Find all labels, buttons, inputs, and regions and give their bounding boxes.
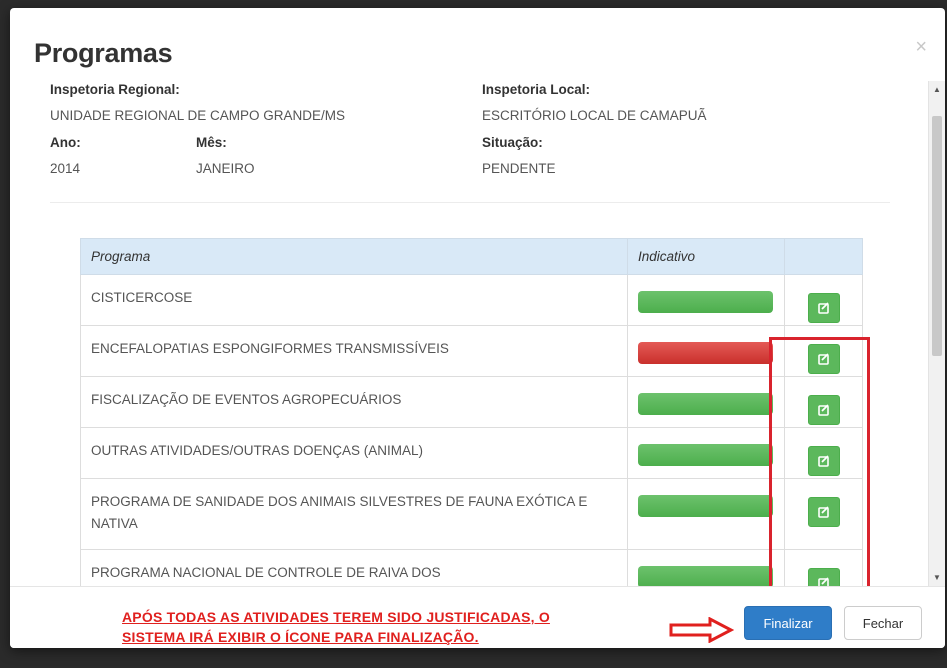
edit-button[interactable]: [807, 395, 840, 425]
column-header-programa: Programa: [80, 238, 628, 275]
ano-label: Ano:: [50, 135, 81, 150]
inspetoria-regional-label: Inspetoria Regional:: [50, 82, 180, 97]
indicativo-cell: [627, 549, 785, 586]
edit-icon: [817, 353, 829, 365]
programa-cell: PROGRAMA DE SANIDADE DOS ANIMAIS SILVEST…: [80, 478, 628, 550]
action-cell: [784, 274, 863, 326]
situacao-label: Situação:: [482, 135, 543, 150]
annotation-note-line2: SISTEMA IRÁ EXIBIR O ÍCONE PARA FINALIZA…: [122, 629, 479, 645]
edit-icon: [817, 404, 829, 416]
finalizar-button[interactable]: Finalizar: [744, 606, 832, 640]
column-header-indicativo: Indicativo: [627, 238, 785, 275]
indicativo-bar: [638, 393, 773, 415]
table-row: CISTICERCOSE: [80, 274, 863, 326]
indicativo-bar: [638, 342, 773, 364]
fechar-button[interactable]: Fechar: [844, 606, 922, 640]
table-header-row: Programa Indicativo: [80, 238, 863, 275]
indicativo-cell: [627, 478, 785, 550]
edit-icon: [817, 506, 829, 518]
action-cell: [784, 478, 863, 550]
arrow-right-icon: [669, 617, 734, 643]
divider: [50, 202, 890, 203]
vertical-scrollbar[interactable]: ▲ ▼: [928, 81, 945, 586]
inspetoria-regional-value: UNIDADE REGIONAL DE CAMPO GRANDE/MS: [50, 108, 346, 123]
indicativo-bar: [638, 566, 773, 586]
indicativo-cell: [627, 274, 785, 326]
annotation-note-line1: APÓS TODAS AS ATIVIDADES TEREM SIDO JUST…: [122, 609, 550, 625]
programa-name: PROGRAMA NACIONAL DE CONTROLE DE RAIVA D…: [91, 565, 441, 580]
programa-name: FISCALIZAÇÃO DE EVENTOS AGROPECUÁRIOS: [91, 392, 402, 407]
modal-title: Programas: [34, 38, 173, 68]
programa-name: PROGRAMA DE SANIDADE DOS ANIMAIS SILVEST…: [91, 494, 588, 531]
indicativo-bar: [638, 444, 773, 466]
table-row: ENCEFALOPATIAS ESPONGIFORMES TRANSMISSÍV…: [80, 325, 863, 377]
modal-footer: APÓS TODAS AS ATIVIDADES TEREM SIDO JUST…: [10, 586, 945, 648]
modal-body: Inspetoria Regional: UNIDADE REGIONAL DE…: [10, 81, 945, 586]
indicativo-cell: [627, 325, 785, 377]
edit-icon: [817, 577, 829, 586]
programa-cell: CISTICERCOSE: [80, 274, 628, 326]
edit-icon: [817, 302, 829, 314]
table-row: OUTRAS ATIVIDADES/OUTRAS DOENÇAS (ANIMAL…: [80, 427, 863, 479]
edit-button[interactable]: [807, 344, 840, 374]
edit-button[interactable]: [807, 497, 840, 527]
indicativo-bar: [638, 495, 773, 517]
action-cell: [784, 325, 863, 377]
programas-table: Programa Indicativo CISTICERCOSE ENCEFAL…: [80, 238, 863, 586]
edit-icon: [817, 455, 829, 467]
indicativo-cell: [627, 427, 785, 479]
scroll-down-icon[interactable]: ▼: [933, 573, 941, 582]
programa-name: OUTRAS ATIVIDADES/OUTRAS DOENÇAS (ANIMAL…: [91, 443, 424, 458]
close-icon[interactable]: ×: [915, 36, 927, 59]
edit-button[interactable]: [807, 293, 840, 323]
table-row: FISCALIZAÇÃO DE EVENTOS AGROPECUÁRIOS: [80, 376, 863, 428]
indicativo-bar: [638, 291, 773, 313]
programa-cell: FISCALIZAÇÃO DE EVENTOS AGROPECUÁRIOS: [80, 376, 628, 428]
mes-value: JANEIRO: [196, 161, 255, 176]
indicativo-cell: [627, 376, 785, 428]
column-header-actions: [784, 238, 863, 275]
programa-name: CISTICERCOSE: [91, 290, 193, 305]
ano-value: 2014: [50, 161, 81, 176]
programa-name: ENCEFALOPATIAS ESPONGIFORMES TRANSMISSÍV…: [91, 341, 449, 356]
action-cell: [784, 376, 863, 428]
scrollbar-thumb[interactable]: [932, 116, 942, 356]
action-cell: [784, 427, 863, 479]
scroll-up-icon[interactable]: ▲: [933, 85, 941, 94]
inspetoria-local-value: ESCRITÓRIO LOCAL DE CAMAPUÃ: [482, 108, 707, 123]
programa-cell: ENCEFALOPATIAS ESPONGIFORMES TRANSMISSÍV…: [80, 325, 628, 377]
edit-button[interactable]: [807, 568, 840, 586]
programas-modal: Programas × Inspetoria Regional: UNIDADE…: [10, 8, 945, 648]
table-row: PROGRAMA DE SANIDADE DOS ANIMAIS SILVEST…: [80, 478, 863, 550]
inspetoria-local-label: Inspetoria Local:: [482, 82, 591, 97]
mes-label: Mês:: [196, 135, 227, 150]
annotation-note: APÓS TODAS AS ATIVIDADES TEREM SIDO JUST…: [122, 607, 550, 647]
action-cell: [784, 549, 863, 586]
edit-button[interactable]: [807, 446, 840, 476]
situacao-value: PENDENTE: [482, 161, 556, 176]
table-row: PROGRAMA NACIONAL DE CONTROLE DE RAIVA D…: [80, 549, 863, 586]
programa-cell: PROGRAMA NACIONAL DE CONTROLE DE RAIVA D…: [80, 549, 628, 586]
programa-cell: OUTRAS ATIVIDADES/OUTRAS DOENÇAS (ANIMAL…: [80, 427, 628, 479]
